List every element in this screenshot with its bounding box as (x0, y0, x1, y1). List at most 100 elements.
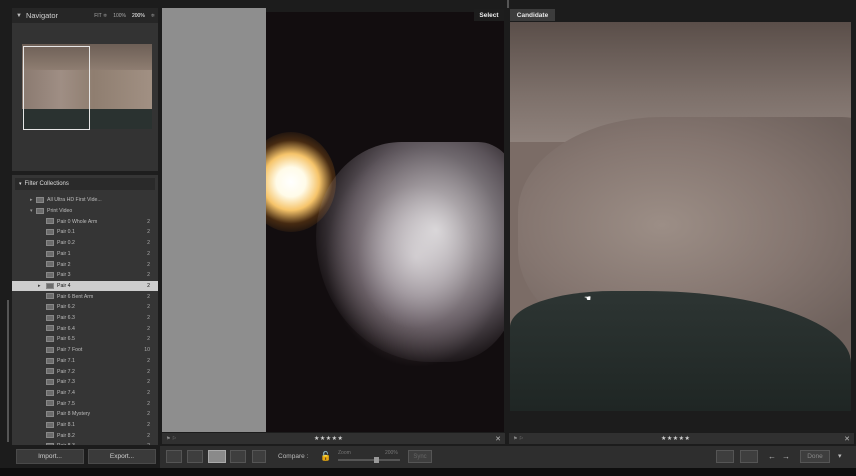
collection-row[interactable]: ▸ Pair 4 2 (12, 280, 158, 292)
collection-row[interactable]: Pair 1 2 (12, 249, 158, 260)
collection-row-label: Pair 2 (57, 261, 71, 268)
candidate-label: Candidate (510, 9, 555, 21)
collection-row[interactable]: ▸ All Ultra HD First Vide... (12, 195, 158, 206)
collection-row[interactable]: Pair 6.3 2 (12, 313, 158, 324)
filter-collections-title: Filter Collections (24, 181, 69, 187)
next-arrow-icon[interactable]: → (782, 452, 790, 461)
collection-icon (46, 346, 54, 353)
collection-row-count: 2 (147, 325, 150, 332)
collection-row-count: 2 (147, 379, 150, 386)
collection-row-count: 2 (147, 261, 150, 268)
lock-icon[interactable]: 🔓 (320, 451, 331, 462)
collection-icon (46, 443, 54, 445)
zoom-slider-thumb[interactable] (374, 457, 379, 463)
collection-row[interactable]: Pair 6 Bent Arm 2 (12, 291, 158, 302)
make-select-icon[interactable] (740, 450, 758, 463)
collection-row-label: Pair 0 Whole Arm (57, 218, 98, 225)
collection-row[interactable]: Pair 7 Foot 10 (12, 345, 158, 356)
collection-row[interactable]: Pair 8 Mystery 2 (12, 409, 158, 420)
collection-row[interactable]: Pair 2 2 (12, 259, 158, 270)
collection-row-label: Pair 8 Mystery (57, 411, 91, 418)
zoom-option-200[interactable]: 200% (132, 13, 145, 19)
filmstrip-edge (0, 468, 856, 476)
export-button[interactable]: Export... (88, 449, 156, 464)
expand-triangle-icon[interactable]: ▾ (30, 208, 33, 214)
swap-icon[interactable] (716, 450, 734, 463)
collection-row[interactable]: Pair 8.3 2 (12, 441, 158, 445)
select-close-icon[interactable]: ✕ (495, 435, 501, 443)
collection-row[interactable]: Pair 7.5 2 (12, 398, 158, 409)
collection-row[interactable]: Pair 6.2 2 (12, 302, 158, 313)
navigator-view-frame[interactable] (23, 46, 90, 130)
collection-row-count: 2 (147, 422, 150, 429)
zoom-option-fit[interactable]: FIT ≑ (94, 13, 107, 19)
loupe-view-icon[interactable] (187, 450, 203, 463)
select-photo[interactable] (266, 12, 504, 432)
collection-row[interactable]: Pair 6.5 2 (12, 334, 158, 345)
compare-label: Compare : (278, 453, 309, 460)
filter-collections-header[interactable]: ▾ Filter Collections (15, 178, 155, 190)
collection-set-icon (36, 207, 44, 214)
collection-row-label: Pair 8.2 (57, 432, 75, 439)
collection-row-count: 2 (147, 443, 150, 445)
collection-row[interactable]: Pair 7.4 2 (12, 388, 158, 399)
collection-row[interactable]: Pair 3 2 (12, 270, 158, 281)
survey-view-icon[interactable] (230, 450, 246, 463)
collection-row[interactable]: Pair 8.2 2 (12, 430, 158, 441)
zoom-option-menu[interactable]: ≑ (151, 13, 155, 19)
grid-view-icon[interactable] (166, 450, 182, 463)
candidate-photo[interactable] (510, 22, 851, 411)
collection-row[interactable]: ▾ Print Video (12, 206, 158, 217)
collection-row-count: 2 (147, 304, 150, 311)
navigator-header[interactable]: ▼ Navigator FIT ≑ 100% 200% ≑ (12, 8, 158, 23)
zoom-value: 200% (385, 450, 398, 456)
collection-icon (46, 271, 54, 278)
collection-icon (46, 218, 54, 225)
expand-triangle-icon[interactable]: ▸ (30, 197, 33, 203)
collection-row-count: 2 (147, 432, 150, 439)
toolbar-menu-icon[interactable]: ▾ (838, 452, 842, 460)
collection-icon (46, 411, 54, 417)
collection-row[interactable]: Pair 7.1 2 (12, 356, 158, 367)
collection-icon (46, 400, 54, 407)
collection-row-label: Pair 8.3 (57, 443, 75, 445)
done-button[interactable]: Done (800, 450, 830, 463)
sync-button[interactable]: Sync (408, 450, 432, 463)
collection-icon (46, 304, 54, 310)
collection-row[interactable]: Pair 7.3 2 (12, 377, 158, 388)
previous-arrow-icon[interactable]: ← (768, 452, 776, 461)
collection-icon (46, 229, 54, 236)
expand-triangle-icon[interactable]: ▸ (38, 283, 41, 289)
candidate-close-icon[interactable]: ✕ (844, 435, 850, 443)
collection-row[interactable]: Pair 6.4 2 (12, 323, 158, 334)
collection-icon (46, 368, 54, 375)
collection-row[interactable]: Pair 0.2 2 (12, 238, 158, 249)
collection-icon (46, 389, 54, 396)
collection-icon (46, 261, 54, 268)
people-view-icon[interactable] (252, 450, 266, 463)
zoom-option-100[interactable]: 100% (113, 13, 126, 19)
collection-row[interactable]: Pair 0.1 2 (12, 227, 158, 238)
collapse-triangle-icon[interactable]: ▼ (16, 13, 22, 19)
left-panel-scrollbar[interactable] (7, 300, 9, 442)
flag-icon[interactable]: ⚑ ⚐ (166, 436, 176, 442)
collection-row[interactable]: Pair 8.1 2 (12, 420, 158, 431)
select-rating-stars[interactable]: ★★★★★ (314, 435, 343, 442)
collection-icon (46, 314, 54, 321)
collection-row-label: Pair 7.3 (57, 379, 75, 386)
collection-row-count: 2 (147, 272, 150, 279)
collapse-triangle-icon[interactable]: ▾ (19, 181, 22, 187)
collection-row-label: Pair 0.2 (57, 240, 75, 247)
collection-row-label: Pair 3 (57, 272, 71, 279)
candidate-rating-stars[interactable]: ★★★★★ (661, 435, 690, 442)
collection-row[interactable]: Pair 0 Whole Arm 2 (12, 216, 158, 227)
compare-view-background (162, 8, 266, 432)
collection-row-label: Pair 7.2 (57, 368, 75, 375)
zoom-slider[interactable] (338, 459, 400, 461)
flag-icon[interactable]: ⚑ ⚐ (513, 436, 523, 442)
collection-row-count: 2 (147, 400, 150, 407)
top-panel-handle[interactable] (507, 0, 509, 8)
compare-view-icon[interactable] (208, 450, 226, 463)
import-button[interactable]: Import... (16, 449, 84, 464)
collection-row[interactable]: Pair 7.2 2 (12, 366, 158, 377)
